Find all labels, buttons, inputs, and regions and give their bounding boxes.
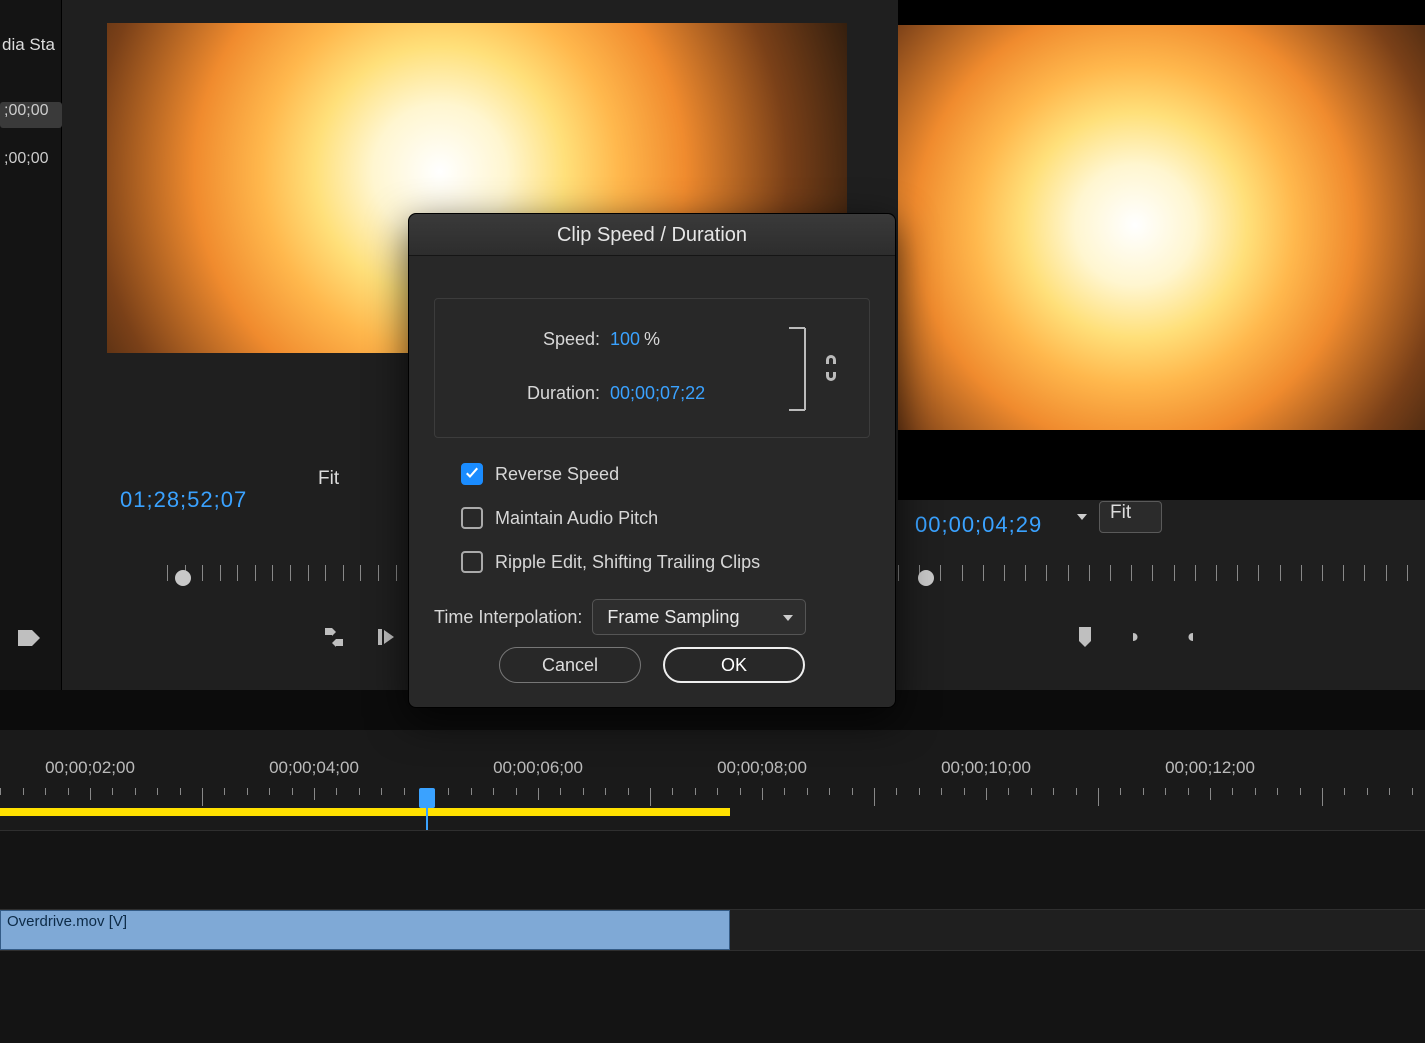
duration-value[interactable]: 00;00;07;22 [610,383,705,404]
duration-label: Duration: [477,383,600,404]
cancel-button[interactable]: Cancel [499,647,641,683]
speed-label: Speed: [505,329,600,350]
marker-icon[interactable] [18,630,40,648]
program-transport-buttons [1073,625,1201,649]
speed-value[interactable]: 100 [610,329,640,350]
reverse-speed-label: Reverse Speed [495,464,619,485]
dialog-button-row: Cancel OK [409,647,895,683]
ripple-edit-checkbox[interactable] [461,551,483,573]
timeline-clip-label: Overdrive.mov [V] [7,913,127,930]
program-scrubber[interactable] [898,565,1408,589]
time-interpolation-row: Time Interpolation: Frame Sampling [434,599,806,635]
speed-unit: % [644,329,660,350]
speed-duration-group: Speed: 100 % Duration: 00;00;07;22 [434,298,870,438]
ripple-edit-row[interactable]: Ripple Edit, Shifting Trailing Clips [461,551,760,573]
time-interpolation-dropdown[interactable]: Frame Sampling [592,599,806,635]
clip-speed-duration-dialog: Clip Speed / Duration Speed: 100 % Durat… [408,213,896,708]
dialog-title: Clip Speed / Duration [409,214,895,256]
maintain-audio-pitch-checkbox[interactable] [461,507,483,529]
timeline-time-label: 00;00;02;00 [45,758,135,778]
source-timecode[interactable]: 01;28;52;07 [120,487,247,513]
program-preview[interactable] [898,0,1425,500]
timeline-track-empty[interactable] [0,830,1425,910]
timeline-time-label: 00;00;08;00 [717,758,807,778]
timeline-time-label: 00;00;04;00 [269,758,359,778]
link-bracket [785,324,809,414]
source-zoom-value: Fit [308,468,369,500]
reverse-speed-checkbox[interactable] [461,463,483,485]
reverse-speed-row[interactable]: Reverse Speed [461,463,619,485]
overwrite-icon[interactable] [374,625,398,649]
insert-icon[interactable] [322,625,346,649]
letterbox-top [898,0,1425,25]
mark-out-icon[interactable] [1177,625,1201,649]
project-sidebar-fragment: dia Sta ;00;00 ;00;00 [0,0,62,690]
ripple-edit-label: Ripple Edit, Shifting Trailing Clips [495,552,760,573]
panel-tab[interactable]: dia Sta [0,30,62,60]
timeline-clip[interactable]: Overdrive.mov [V] [0,910,730,950]
app-root: { "sidebar": { "tab_label": "dia Sta", "… [0,0,1425,1043]
mark-in-icon[interactable] [1125,625,1149,649]
timeline-time-label: 00;00;12;00 [1165,758,1255,778]
timeline-panel: 00;00;02;00 00;00;04;00 00;00;06;00 00;00;0… [0,730,1425,1043]
source-scrubber-thumb[interactable] [175,570,191,586]
letterbox-bottom [898,430,1425,500]
maintain-audio-pitch-label: Maintain Audio Pitch [495,508,658,529]
time-interpolation-value: Frame Sampling [607,607,739,628]
timeline-ticks [0,788,1425,808]
check-icon [464,466,480,482]
source-transport-buttons [322,625,398,649]
program-monitor: 00;00;04;29 Fit [883,0,1425,690]
video-frame-explosion [898,0,1425,500]
program-zoom-value: Fit [1099,501,1162,533]
ok-button[interactable]: OK [663,647,805,683]
program-scrubber-thumb[interactable] [918,570,934,586]
maintain-audio-pitch-row[interactable]: Maintain Audio Pitch [461,507,658,529]
add-marker-icon[interactable] [1073,625,1097,649]
chevron-down-icon [781,611,795,625]
timeline-track-below[interactable] [0,950,1425,1043]
sidebar-timecode-in[interactable]: ;00;00 [0,102,62,128]
program-timecode[interactable]: 00;00;04;29 [915,512,1042,538]
timeline-time-label: 00;00;10;00 [941,758,1031,778]
chevron-down-icon [1075,510,1089,524]
playhead-handle[interactable] [419,788,435,808]
sidebar-timecode-out[interactable]: ;00;00 [0,150,62,176]
link-icon[interactable] [821,354,841,382]
timeline-work-area-bar[interactable] [0,808,730,816]
timeline-time-label: 00;00;06;00 [493,758,583,778]
time-interpolation-label: Time Interpolation: [434,607,582,628]
